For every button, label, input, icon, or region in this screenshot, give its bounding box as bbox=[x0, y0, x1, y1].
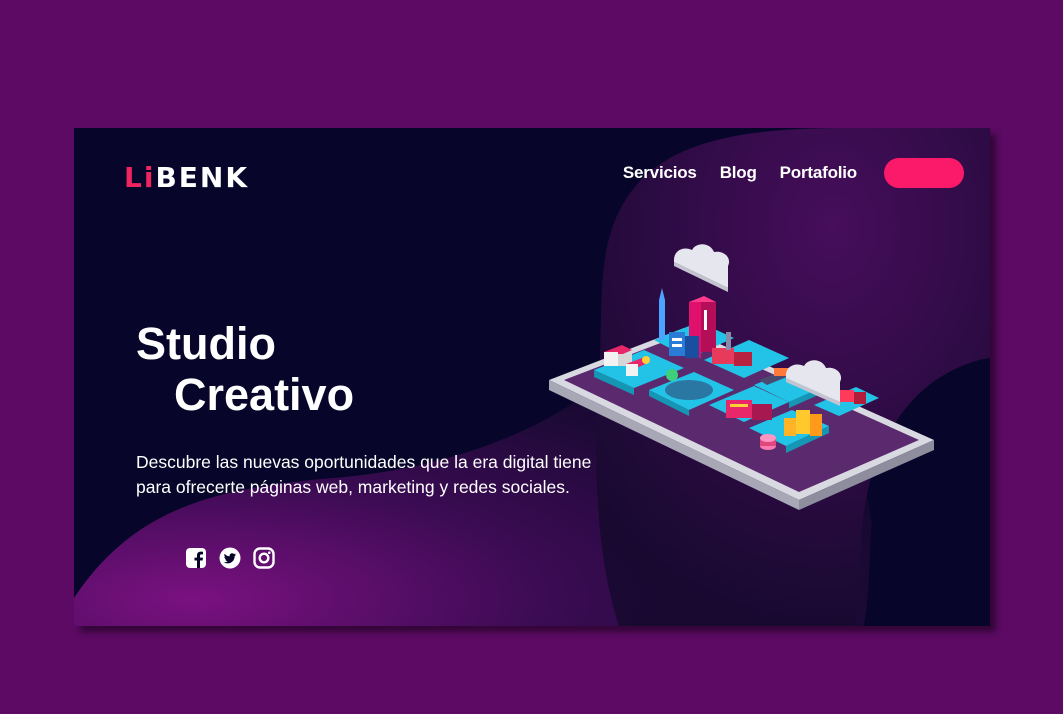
nav-item-blog[interactable]: Blog bbox=[720, 163, 757, 183]
cta-button[interactable] bbox=[884, 158, 964, 188]
nav-item-servicios[interactable]: Servicios bbox=[623, 163, 697, 183]
hero-title-line2: Creativo bbox=[174, 369, 355, 420]
isometric-city-illustration bbox=[549, 244, 934, 510]
page: Li BENK Servicios Blog Portafolio Studio … bbox=[0, 0, 1063, 714]
nav-item-portafolio[interactable]: Portafolio bbox=[780, 163, 858, 183]
brand-logo[interactable]: Li BENK bbox=[124, 162, 249, 194]
landing-card: Li BENK Servicios Blog Portafolio Studio … bbox=[74, 128, 990, 626]
hero-title: Studio Creativo bbox=[136, 318, 354, 420]
social-links bbox=[185, 547, 287, 569]
facebook-icon[interactable] bbox=[185, 547, 207, 569]
hero-title-line1: Studio bbox=[136, 318, 276, 369]
twitter-icon[interactable] bbox=[219, 547, 241, 569]
instagram-icon[interactable] bbox=[253, 547, 275, 569]
logo-accent-text: Li bbox=[124, 161, 156, 194]
logo-main-text: BENK bbox=[155, 161, 250, 194]
main-nav: Servicios Blog Portafolio bbox=[623, 158, 964, 188]
